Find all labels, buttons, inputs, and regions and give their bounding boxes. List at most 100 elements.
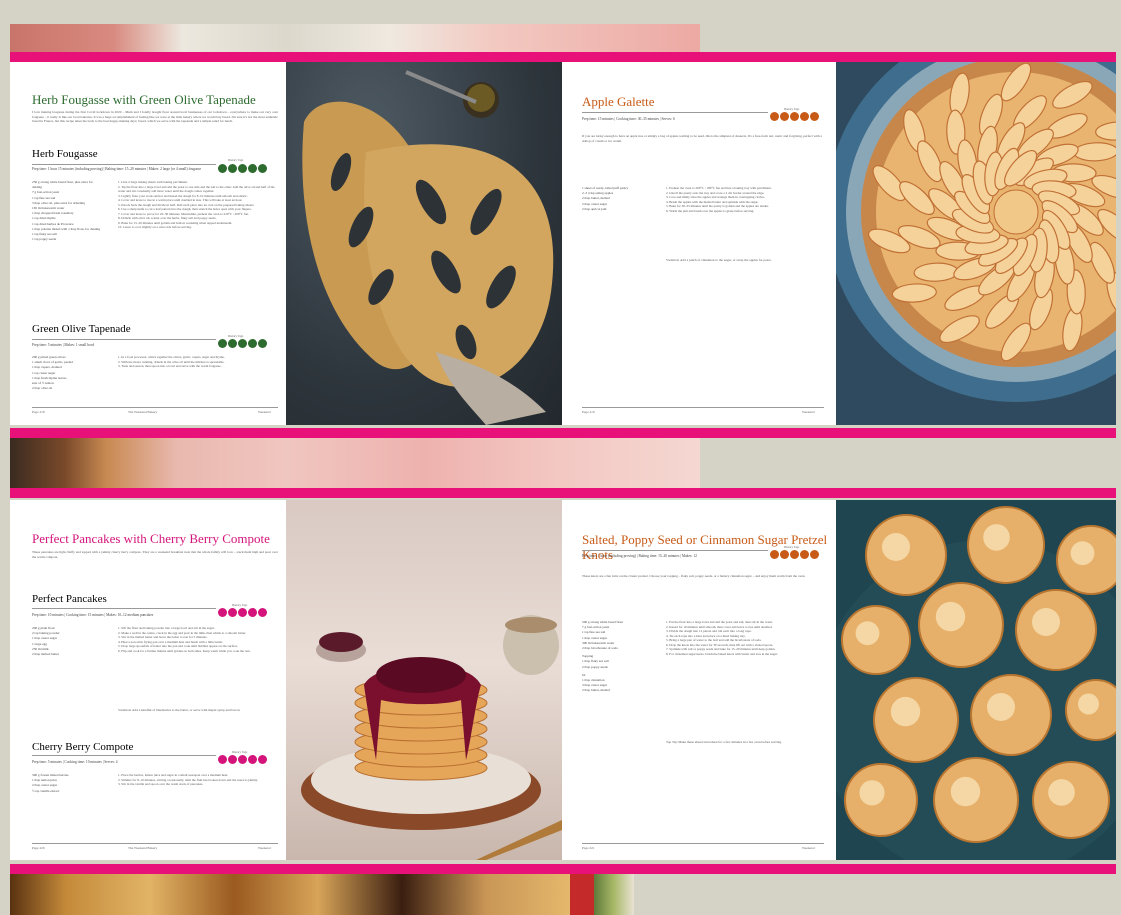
heading-rule — [32, 164, 216, 165]
ingredient-list: 500 g strong white bread flour 7 g fast-a… — [582, 620, 662, 694]
pretzel-knots-photo — [836, 500, 1116, 860]
vegetarian-badge-icon — [228, 164, 237, 173]
top-divider-bar — [10, 52, 1116, 62]
ingredient-item: 2 tbsp melted butter — [32, 652, 60, 657]
chapter-footer: Weekend — [258, 846, 271, 850]
vegan-badge-icon — [218, 608, 227, 617]
ingredient-list: 200 g pitted green olives 1 small clove o… — [32, 355, 102, 391]
middle-photo-strip — [10, 438, 1116, 488]
pretzel-highlight — [890, 696, 921, 727]
recipe-meta: Prep time: 15 minutes | Cooking time: 30… — [582, 117, 675, 121]
intro-text: If you are lucky enough to have an apple… — [582, 134, 822, 143]
method-step: 8. For cinnamon sugar knots, brush the b… — [666, 651, 778, 656]
pretzel-highlight — [859, 780, 885, 806]
pretzel-highlight — [882, 533, 910, 561]
ingredient-item: 2 tbsp butter, melted — [582, 688, 610, 693]
ingredient-item: 1 tsp poppy seeds — [32, 237, 57, 242]
ingredient-list: 300 g frozen mixed berries 1 tbsp lemon j… — [32, 773, 102, 794]
footer-rule — [32, 843, 278, 844]
nut-free-badge-icon — [800, 112, 809, 121]
recipe-heading-fougasse: Herb Fougasse — [32, 148, 98, 160]
herb-fougasse-page: Herb Fougasse with Green Olive Tapenade … — [10, 62, 286, 425]
egg-free-badge-icon — [810, 550, 819, 559]
ingredient-item: ½ tsp vanilla extract — [32, 788, 60, 793]
footer-rule — [32, 407, 278, 408]
chapter-footer: Weekend — [258, 410, 271, 414]
pretzel-highlight — [935, 601, 966, 632]
intro-text: These pancakes are light, fluffy and top… — [32, 550, 278, 559]
method-step: 3. Stir in the vanilla and spoon over th… — [118, 782, 204, 786]
page-number: Page 220 — [32, 846, 45, 850]
recipe-heading-pancakes: Perfect Pancakes — [32, 593, 107, 605]
fougasse-illustration — [302, 70, 554, 425]
ingredient-list: 200 g plain flour 2 tsp baking powder 1 tb… — [32, 626, 102, 657]
method-step: 3. Taste and season, then spoon into a b… — [118, 364, 222, 368]
apple-galette-page: Apple Galette Dietary Tags Prep time: 15… — [562, 62, 836, 425]
heading-rule — [32, 755, 216, 756]
dietary-tags-label: Dietary Tags — [784, 107, 800, 111]
dairy-free-badge-icon — [790, 112, 799, 121]
pretzel-highlight — [983, 524, 1010, 551]
recipe-meta: Prep time: 10 minutes | Cooking time: 15… — [32, 613, 154, 617]
page-title: Apple Galette — [582, 94, 655, 109]
ingredient-item: 2 tbsp olive oil — [32, 386, 53, 391]
dairy-free-badge-icon — [238, 755, 247, 764]
vegetarian-badge-icon — [228, 339, 237, 348]
vegan-badge-icon — [218, 755, 227, 764]
dairy-free-badge-icon — [238, 339, 247, 348]
middle-divider-bar — [10, 428, 1116, 438]
method-steps: 1. Put the flour into a large bowl and a… — [666, 620, 826, 738]
method-step: 6. Flip and cook for a further minute un… — [118, 648, 251, 653]
method-steps: 1. In a food processor, whizz together t… — [118, 355, 278, 395]
method-step: 2. Tip the flour into a large bowl and a… — [118, 184, 275, 194]
ingredient-item: 2 tbsp apricot jam — [582, 206, 607, 211]
recipe-heading-compote: Cherry Berry Compote — [32, 741, 134, 753]
diet-badges — [218, 164, 267, 173]
diet-badges — [770, 550, 819, 559]
diet-badges — [218, 339, 267, 348]
method-steps: 1. Line 2 large baking sheets with bakin… — [118, 180, 278, 320]
pretzel-highlight — [1070, 541, 1095, 566]
pretzel-highlight — [1048, 779, 1075, 806]
method-step: 6. Warm the jam and brush over the apple… — [666, 208, 755, 213]
method-step: 10. Leave to cool slightly on a wire rac… — [118, 225, 192, 229]
egg-free-badge-icon — [810, 112, 819, 121]
book-title-footer: The Weekend Bakery — [128, 410, 158, 414]
vegetarian-badge-icon — [228, 755, 237, 764]
pretzel-illustration — [836, 506, 1116, 860]
variation-note: Variation: Add a pinch of cinnamon to th… — [666, 258, 772, 262]
fougasse-photo — [286, 62, 562, 425]
ingredient-list: 1 sheet of ready-rolled puff pastry 2–3 c… — [582, 186, 662, 212]
recipe-meta: Prep time: 5 minutes | Cooking time: 10 … — [32, 760, 118, 764]
top-photo-strip — [10, 24, 1116, 52]
vegan-badge-icon — [218, 164, 227, 173]
nut-free-badge-icon — [248, 608, 257, 617]
pretzel-highlight — [855, 621, 880, 646]
dietary-tags-label: Dietary Tags — [228, 334, 244, 338]
pretzel-highlight — [950, 776, 981, 807]
recipe-meta: Prep time: 5 minutes | Makes: 1 small bo… — [32, 343, 95, 347]
nut-free-badge-icon — [248, 339, 257, 348]
method-steps: 1. Place the berries, lemon juice and su… — [118, 773, 278, 829]
pancakes-photo — [286, 500, 562, 860]
chapter-footer: Weekend — [802, 410, 815, 414]
method-steps: 1. Preheat the oven to 200°C / 180°C fan… — [666, 186, 826, 256]
egg-free-badge-icon — [258, 164, 267, 173]
middle-divider-bar-2 — [10, 488, 1116, 498]
heading-rule — [582, 112, 768, 113]
apple-galette-photo — [836, 62, 1116, 425]
nut-free-badge-icon — [248, 164, 257, 173]
vegetarian-badge-icon — [228, 608, 237, 617]
page-number: Page 221 — [582, 846, 595, 850]
page-number: Page 218 — [32, 410, 45, 414]
ingredient-item: 250 g strong white bread flour, plus ext… — [32, 180, 93, 190]
vegan-badge-icon — [770, 112, 779, 121]
vegetarian-badge-icon — [780, 112, 789, 121]
diet-badges — [218, 608, 267, 617]
vegan-badge-icon — [218, 339, 227, 348]
recipe-heading-tapenade: Green Olive Tapenade — [32, 323, 131, 335]
dairy-free-badge-icon — [238, 164, 247, 173]
pancake-illustration — [301, 615, 562, 860]
egg-free-badge-icon — [258, 608, 267, 617]
ingredient-list: 250 g strong white bread flour, plus ext… — [32, 180, 102, 242]
